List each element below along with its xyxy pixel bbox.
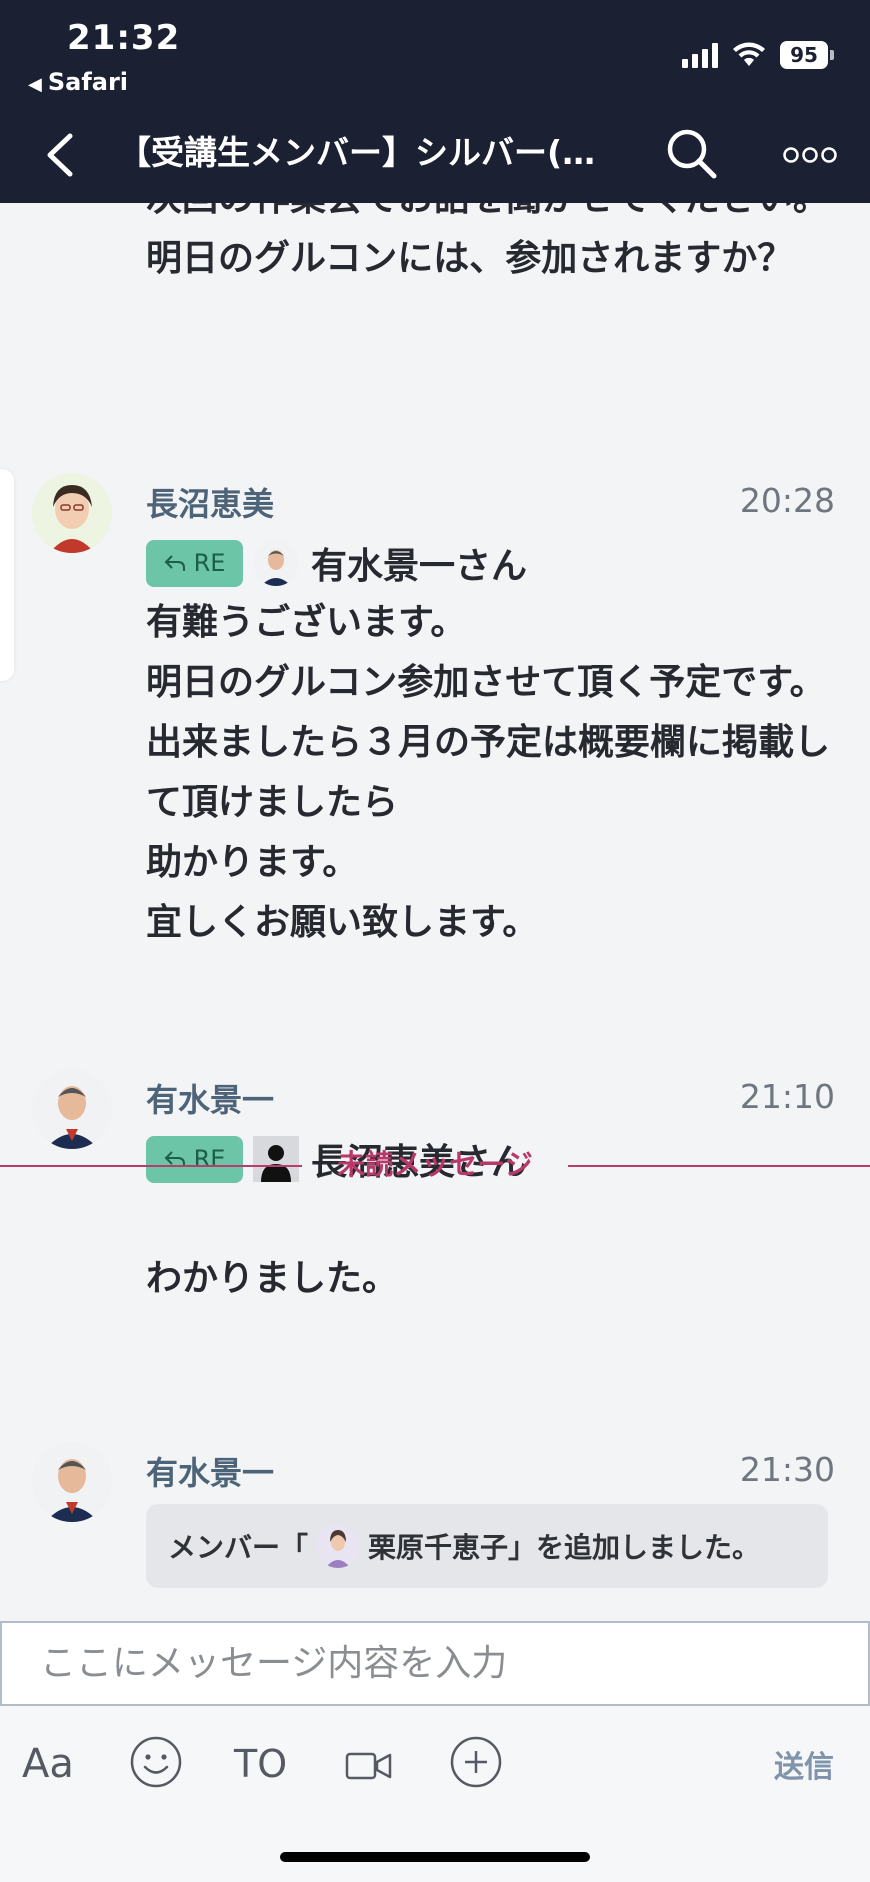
emoji-icon[interactable]: [128, 1732, 184, 1792]
sender-name[interactable]: 有水景一: [146, 1075, 274, 1121]
back-to-safari[interactable]: ◀ Safari: [28, 68, 128, 96]
side-drawer-handle[interactable]: [0, 469, 14, 681]
back-triangle-icon: ◀: [28, 74, 42, 95]
back-chevron-icon[interactable]: [38, 130, 82, 180]
signal-icon: [682, 42, 718, 68]
message-text: わかりました。: [146, 1258, 399, 1299]
sender-name[interactable]: 有水景一: [146, 1448, 274, 1494]
text-format-button[interactable]: Aa: [22, 1734, 74, 1794]
previous-message-text: 次回の作業会でお話を聞かせてください。 明日のグルコンには、参加されますか？: [146, 203, 829, 279]
message-time: 21:10: [739, 1077, 835, 1116]
avatar[interactable]: [32, 1069, 112, 1149]
reply-arrow-icon: [164, 555, 185, 571]
status-time: 21:32: [67, 18, 181, 58]
status-icons: 95: [682, 38, 834, 72]
chat-timeline[interactable]: 次回の作業会でお話を聞かせてください。 明日のグルコンには、参加されますか？ 長…: [0, 203, 870, 1621]
sender-name[interactable]: 長沼恵美: [146, 479, 274, 525]
reply-to-name: 有水景一さん: [311, 546, 528, 587]
app-header: 21:32 ◀ Safari 95 【受講生メンバー】シルバー(AI…: [0, 0, 870, 203]
chat-title[interactable]: 【受講生メンバー】シルバー(AI…: [118, 130, 598, 176]
back-app-label: Safari: [47, 68, 129, 96]
message-time: 21:30: [739, 1450, 835, 1489]
add-icon[interactable]: [448, 1732, 504, 1792]
chat-navbar: 【受講生メンバー】シルバー(AI…: [0, 118, 870, 188]
search-icon[interactable]: [664, 126, 720, 182]
home-indicator[interactable]: [280, 1852, 590, 1862]
message-input[interactable]: [2, 1623, 868, 1704]
reply-badge[interactable]: RE: [146, 539, 243, 587]
system-prefix: メンバー「: [168, 1531, 309, 1564]
message-composer: [0, 1621, 870, 1706]
system-member-name[interactable]: 栗原千恵子: [368, 1526, 508, 1566]
added-member-avatar: [316, 1524, 361, 1568]
battery-level: 95: [780, 41, 828, 69]
unread-divider-label: 未読メッセージ: [337, 1148, 533, 1181]
battery-icon: 95: [780, 41, 834, 69]
system-notice: メンバー「 栗原千恵子 」を追加しました。: [146, 1504, 828, 1588]
composer-toolbar: Aa TO 送信: [0, 1706, 870, 1882]
reply-reference: RE 有水景一さん: [146, 533, 836, 593]
avatar[interactable]: [32, 1442, 112, 1522]
reply-badge-label: RE: [193, 549, 226, 577]
reply-user-avatar: [253, 540, 299, 586]
message-time: 20:28: [739, 481, 835, 520]
system-suffix: 」を追加しました。: [508, 1531, 761, 1564]
video-icon[interactable]: [344, 1736, 394, 1796]
message-body: RE 有水景一さん 有難うございます。 明日のグルコン参加させて頂く予定です。 …: [146, 533, 836, 953]
to-mention-button[interactable]: TO: [234, 1734, 287, 1794]
wifi-icon: [733, 42, 765, 66]
unread-divider: 未読メッセージ: [0, 1145, 870, 1185]
send-button[interactable]: 送信: [774, 1734, 834, 1794]
message-text: 有難うございます。 明日のグルコン参加させて頂く予定です。 出来ましたら３月の予…: [146, 602, 831, 943]
avatar[interactable]: [32, 473, 112, 553]
more-icon[interactable]: [782, 140, 838, 170]
